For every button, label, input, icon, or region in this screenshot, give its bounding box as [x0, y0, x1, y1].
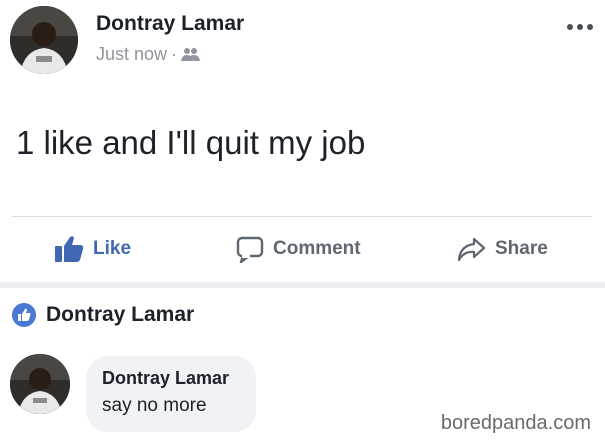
- more-options-icon[interactable]: [567, 22, 593, 32]
- like-button[interactable]: Like: [54, 228, 131, 270]
- section-divider: [0, 282, 605, 288]
- comment-bubble: Dontray Lamar say no more: [86, 356, 256, 432]
- friends-icon[interactable]: [181, 47, 201, 63]
- facebook-post: Dontray Lamar Just now · 1 like and I'll…: [0, 0, 605, 282]
- comment-author-avatar[interactable]: [10, 354, 70, 414]
- post-text: 1 like and I'll quit my job: [16, 124, 366, 161]
- more-dot: [577, 24, 583, 30]
- liker-name[interactable]: Dontray Lamar: [46, 303, 194, 327]
- comment-text: say no more: [102, 395, 207, 416]
- share-label: Share: [495, 238, 548, 259]
- meta-separator: ·: [171, 44, 178, 64]
- post-meta: Just now ·: [96, 44, 201, 65]
- post-author-avatar[interactable]: [10, 6, 78, 74]
- share-button[interactable]: Share: [456, 228, 548, 270]
- like-label: Like: [93, 238, 132, 259]
- post-actions-bar: Like Comment Share: [0, 228, 605, 270]
- comment-button[interactable]: Comment: [236, 228, 361, 270]
- watermark: boredpanda.com: [440, 412, 591, 434]
- post-timestamp[interactable]: Just now: [96, 44, 167, 65]
- like-badge-icon: [12, 303, 36, 327]
- divider: [12, 216, 592, 217]
- more-dot: [587, 24, 593, 30]
- comment-icon: [236, 236, 264, 263]
- comment-label: Comment: [273, 238, 361, 259]
- reaction-summary[interactable]: Dontray Lamar: [12, 300, 194, 330]
- post-author-name[interactable]: Dontray Lamar: [96, 12, 244, 36]
- more-dot: [567, 24, 573, 30]
- thumbs-up-icon: [55, 236, 84, 262]
- comment-author-name[interactable]: Dontray Lamar: [102, 368, 240, 389]
- share-icon: [457, 237, 486, 262]
